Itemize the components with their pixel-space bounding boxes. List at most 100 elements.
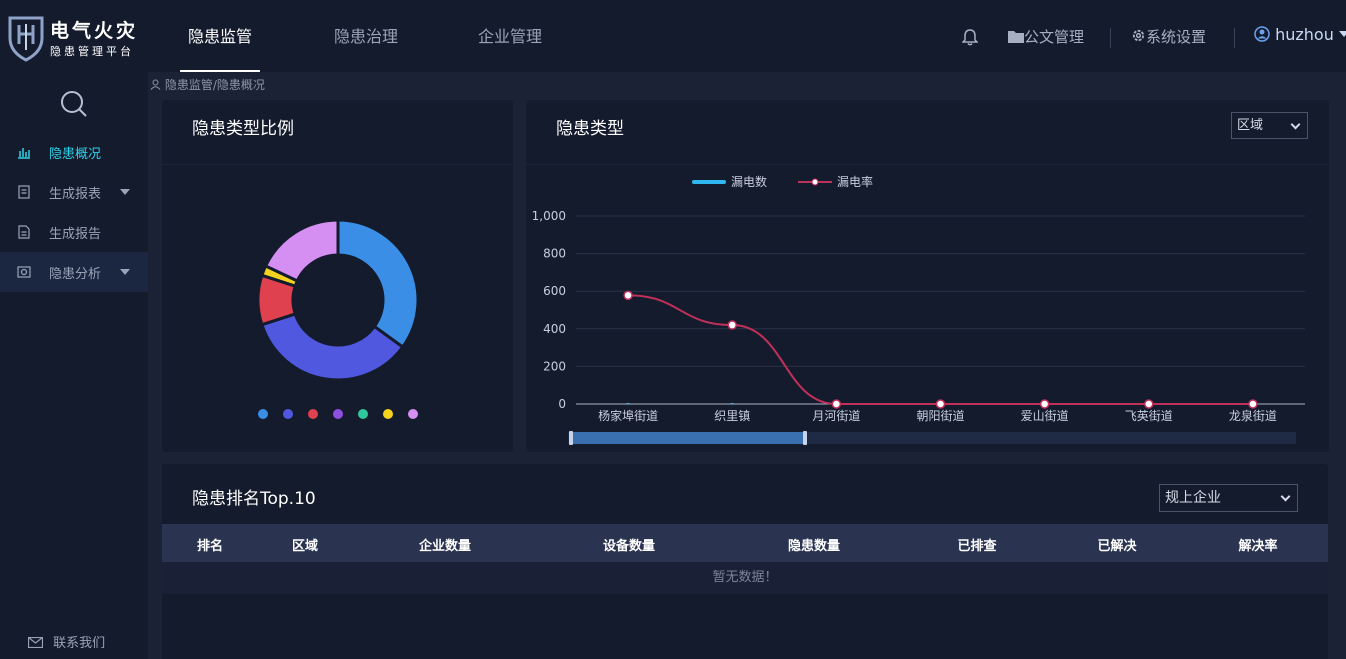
divider xyxy=(1110,28,1111,48)
folder-icon xyxy=(1008,31,1024,43)
legend-label: 漏电率 xyxy=(837,174,873,189)
logo[interactable]: 电气火灾 隐患管理平台 xyxy=(6,12,146,64)
hazard-type-panel: 隐患类型 区域 0 200 400 600 800 1,000 杨家埠街道 织里镇 月河街道 朝阳… xyxy=(526,100,1329,452)
series-line xyxy=(628,294,1253,406)
tab-hazard-supervision[interactable]: 隐患监管 xyxy=(162,0,278,72)
docs-management-link[interactable]: 公文管理 xyxy=(1008,26,1084,47)
column-header[interactable]: 隐患数量 xyxy=(788,535,840,554)
bar xyxy=(626,403,630,404)
data-point xyxy=(935,399,946,409)
system-settings-label: 系统设置 xyxy=(1146,28,1207,46)
legend-dot xyxy=(283,409,293,419)
y-tick-label: 0 xyxy=(558,397,566,411)
legend-dot xyxy=(358,409,368,419)
system-settings-link[interactable]: 系统设置 xyxy=(1131,26,1206,47)
username: huzhou xyxy=(1275,25,1334,44)
donut-panel: 隐患类型比例 xyxy=(162,100,513,452)
sidebar-item-generate-report[interactable]: 生成报告 xyxy=(0,212,148,252)
bell-icon[interactable] xyxy=(962,28,978,46)
zoom-handle[interactable] xyxy=(803,431,807,445)
analysis-icon xyxy=(17,266,31,278)
hazard-type-chart: 0 200 400 600 800 1,000 杨家埠街道 织里镇 月河街道 朝阳街道 爱山街道 飞英… xyxy=(532,174,1305,445)
legend-dot xyxy=(308,409,318,419)
legend-dot xyxy=(383,409,393,419)
app-subtitle: 隐患管理平台 xyxy=(50,45,134,58)
sidebar-item-reports[interactable]: 生成报表 xyxy=(0,172,148,212)
app-title: 电气火灾 xyxy=(50,20,139,42)
logo-shield-icon xyxy=(8,16,44,62)
breadcrumb-text: 隐患监管/隐患概况 xyxy=(164,78,265,92)
data-point xyxy=(831,399,842,409)
bar xyxy=(730,403,734,404)
ranking-table-header: 排名 区域 企业数量 设备数量 隐患数量 已排查 已解决 解决率 xyxy=(162,524,1328,562)
y-tick-label: 1,000 xyxy=(532,209,566,223)
enterprise-type-select[interactable]: 规上企业 xyxy=(1159,484,1298,512)
top-bar: 电气火灾 隐患管理平台 隐患监管 隐患治理 企业管理 公文管理 系统设置 huz… xyxy=(0,0,1346,72)
x-tick-label: 杨家埠街道 xyxy=(598,408,658,423)
chevron-down-icon xyxy=(1280,491,1291,502)
table-empty-message: 暂无数据！ xyxy=(162,562,1328,594)
enterprise-type-select-value: 规上企业 xyxy=(1165,490,1221,506)
search-icon[interactable] xyxy=(60,90,88,118)
sidebar: 隐患概况 生成报表 生成报告 隐患分析 联系我们 xyxy=(0,72,148,659)
column-header[interactable]: 解决率 xyxy=(1238,535,1277,554)
zoom-thumb[interactable] xyxy=(571,432,805,444)
column-header[interactable]: 已排查 xyxy=(957,535,996,554)
user-menu[interactable]: huzhou xyxy=(1254,25,1346,44)
top-right-menu: 公文管理 系统设置 huzhou xyxy=(926,0,1346,72)
data-point xyxy=(623,290,633,301)
data-point xyxy=(1039,399,1050,409)
sidebar-item-label: 生成报表 xyxy=(49,187,102,202)
legend-dot xyxy=(408,409,418,419)
user-outline-icon xyxy=(150,79,161,90)
user-icon xyxy=(1254,26,1270,42)
x-tick-label: 龙泉街道 xyxy=(1229,409,1277,423)
column-header[interactable]: 已解决 xyxy=(1097,535,1136,554)
ranking-panel-title: 隐患排名Top.10 xyxy=(192,489,316,509)
gear-icon xyxy=(1132,29,1145,42)
sidebar-item-label: 生成报告 xyxy=(49,227,102,242)
zoom-handle[interactable] xyxy=(569,431,573,445)
legend-swatch xyxy=(811,178,819,186)
legend-dot xyxy=(258,409,268,419)
tab-hazard-governance[interactable]: 隐患治理 xyxy=(308,0,424,72)
data-point xyxy=(1144,399,1154,409)
column-header[interactable]: 区域 xyxy=(292,535,318,554)
y-tick-label: 200 xyxy=(543,359,566,373)
donut-chart xyxy=(256,218,420,419)
x-tick-label: 爱山街道 xyxy=(1021,409,1069,423)
column-header[interactable]: 设备数量 xyxy=(603,535,655,554)
legend-label: 漏电数 xyxy=(731,174,767,189)
tab-enterprise-management[interactable]: 企业管理 xyxy=(452,0,568,72)
y-tick-label: 400 xyxy=(543,322,566,336)
x-tick-label: 飞英街道 xyxy=(1125,409,1173,423)
x-tick-label: 朝阳街道 xyxy=(916,409,964,423)
sidebar-item-label: 隐患分析 xyxy=(49,267,102,282)
sidebar-item-label: 隐患概况 xyxy=(49,147,102,162)
mail-icon xyxy=(27,636,44,649)
contact-us-link[interactable]: 联系我们 xyxy=(27,632,106,651)
x-tick-label: 织里镇 xyxy=(714,409,750,423)
bar-chart-icon xyxy=(18,148,30,159)
docs-management-label: 公文管理 xyxy=(1024,28,1085,46)
contact-us-label: 联系我们 xyxy=(53,636,106,651)
sidebar-item-overview[interactable]: 隐患概况 xyxy=(0,132,148,172)
chevron-down-icon xyxy=(1338,31,1346,37)
legend-dot xyxy=(333,409,343,419)
y-tick-label: 600 xyxy=(543,284,566,298)
chevron-down-icon xyxy=(120,269,130,275)
column-header[interactable]: 排名 xyxy=(197,535,223,554)
data-point xyxy=(727,320,737,330)
column-header[interactable]: 企业数量 xyxy=(419,535,471,554)
sidebar-item-hazard-analysis[interactable]: 隐患分析 xyxy=(0,252,148,292)
breadcrumb: 隐患监管/隐患概况 xyxy=(150,76,265,93)
document-icon xyxy=(18,225,30,239)
report-icon xyxy=(18,185,30,199)
chevron-down-icon xyxy=(120,189,130,195)
divider xyxy=(1234,28,1235,48)
y-tick-label: 800 xyxy=(543,247,566,261)
data-point xyxy=(1248,399,1258,409)
donut-slice xyxy=(263,218,340,283)
x-tick-label: 月河街道 xyxy=(812,409,860,423)
legend-swatch xyxy=(692,180,726,184)
